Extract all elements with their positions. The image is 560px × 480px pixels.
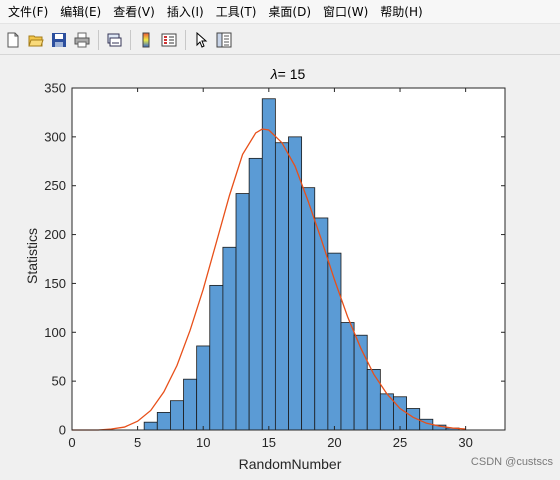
x-tick-label: 15 [262, 435, 276, 450]
y-tick-label: 300 [44, 129, 66, 144]
histogram-bar [235, 193, 250, 431]
menu-view[interactable]: 查看(V) [109, 0, 163, 24]
menu-help[interactable]: 帮助(H) [376, 0, 430, 24]
menu-file[interactable]: 文件(F) [4, 0, 56, 24]
new-file-button[interactable] [2, 29, 24, 51]
insert-colorbar-button[interactable] [135, 29, 157, 51]
y-axis-label: Statistics [24, 228, 40, 284]
x-tick-label: 20 [327, 435, 341, 450]
edit-plot-button[interactable] [190, 29, 212, 51]
pointer-icon [196, 31, 208, 48]
histogram-bar [183, 378, 198, 431]
x-tick-label: 5 [134, 435, 141, 450]
toolbar [0, 25, 560, 55]
toolbar-separator [130, 29, 131, 50]
histogram-bar [248, 157, 263, 431]
y-tick-label: 200 [44, 227, 66, 242]
histogram-bar [170, 400, 184, 431]
x-tick-label: 25 [393, 435, 407, 450]
y-tick-label: 250 [44, 178, 66, 193]
open-folder-icon [28, 35, 44, 46]
open-file-button[interactable] [25, 29, 47, 51]
y-tick-label: 50 [52, 374, 66, 389]
y-tick-label: 150 [44, 276, 66, 291]
toolbar-separator [185, 29, 186, 50]
histogram-bar [366, 369, 381, 431]
new-file-icon [7, 32, 19, 47]
insert-legend-button[interactable] [158, 29, 180, 51]
menu-insert[interactable]: 插入(I) [163, 0, 212, 24]
link-figure-icon [107, 33, 122, 46]
watermark: CSDN @custscs [471, 456, 554, 468]
property-editor-button[interactable] [213, 29, 235, 51]
title-rest: = 15 [278, 66, 306, 82]
histogram-bar [156, 412, 171, 431]
link-figure-button[interactable] [103, 29, 125, 51]
print-button[interactable] [71, 29, 93, 51]
histogram-bar [209, 284, 224, 431]
histogram-bar [196, 345, 211, 431]
histogram-bar [222, 246, 237, 431]
histogram-bar [143, 421, 158, 431]
save-button[interactable] [48, 29, 70, 51]
figure-area: 0 5 10 15 20 25 30 0 50 100 150 200 250 300 350 λ= 15… [0, 56, 560, 475]
histogram-chart: 0 5 10 15 20 25 30 0 50 100 150 200 250 300 350 λ= 15… [24, 66, 554, 472]
histogram-bar [301, 187, 316, 431]
menu-window[interactable]: 窗口(W) [319, 0, 376, 24]
save-icon [52, 32, 66, 47]
y-tick-label: 350 [44, 81, 66, 96]
histogram-bar [353, 334, 368, 431]
menu-edit[interactable]: 编辑(E) [56, 0, 109, 24]
menu-desktop[interactable]: 桌面(D) [264, 0, 319, 24]
legend-icon [161, 33, 177, 46]
histogram-bar [261, 98, 276, 431]
menu-tools[interactable]: 工具(T) [212, 0, 265, 24]
histogram-bar [288, 136, 303, 431]
menu-bar: 文件(F) 编辑(E) 查看(V) 插入(I) 工具(T) 桌面(D) 窗口(W… [0, 0, 560, 24]
title-lambda: λ [270, 66, 278, 82]
print-icon [74, 32, 90, 47]
x-tick-label: 30 [458, 435, 472, 450]
y-tick-label: 0 [59, 423, 66, 438]
x-axis-label: RandomNumber [239, 456, 342, 472]
histogram-bar [393, 396, 407, 431]
x-tick-label: 0 [68, 435, 75, 450]
x-tick-label: 10 [196, 435, 210, 450]
toolbar-separator [98, 29, 99, 50]
histogram-bar [274, 142, 289, 431]
histogram-bar [314, 217, 329, 431]
colorbar-icon [142, 32, 150, 47]
property-editor-icon [216, 32, 232, 47]
y-tick-label: 100 [44, 325, 66, 340]
histogram-bar [340, 322, 355, 431]
chart-title: λ= 15 [270, 66, 306, 82]
